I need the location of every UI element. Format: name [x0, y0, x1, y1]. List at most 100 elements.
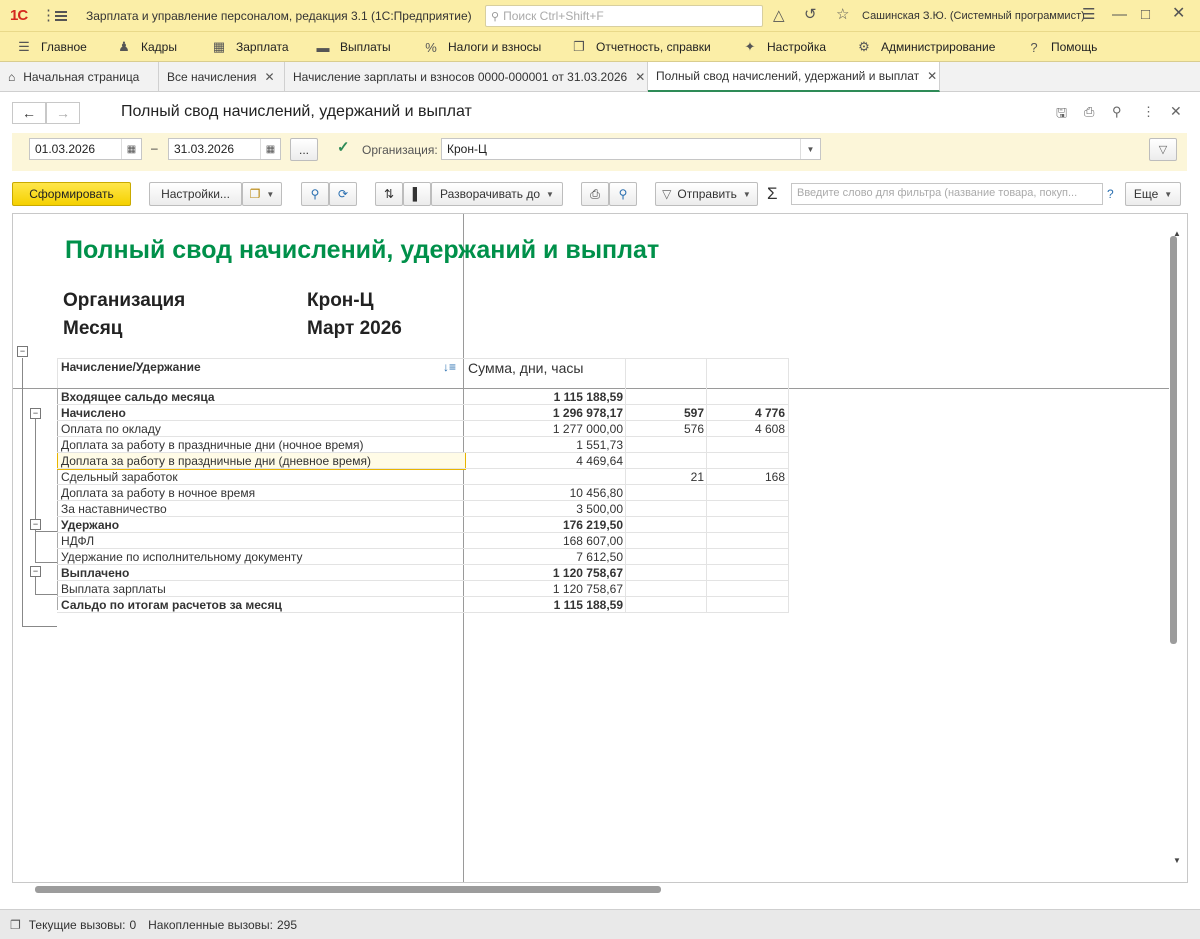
row-hours	[708, 485, 785, 501]
close-window-icon[interactable]: ✕	[1172, 6, 1185, 22]
menu-item-payments[interactable]: ▬ Выплаты	[315, 32, 391, 62]
filter-input[interactable]: Введите слово для фильтра (название това…	[791, 183, 1103, 205]
forward-button[interactable]: →	[46, 102, 80, 124]
tab-home[interactable]: ⌂ Начальная страница	[0, 62, 159, 92]
collapse-group-icon[interactable]: −	[17, 346, 28, 357]
minimize-icon[interactable]: —	[1112, 7, 1127, 22]
preview-icon[interactable]: ⚲	[1112, 104, 1122, 120]
current-user[interactable]: Сашинская З.Ю. (Системный программист)	[862, 10, 1085, 22]
tab-payroll-document[interactable]: Начисление зарплаты и взносов 0000-00000…	[285, 62, 648, 92]
table-row[interactable]: Доплата за работу в праздничные дни (ноч…	[13, 437, 793, 453]
row-sum: 1 296 978,17	[552, 406, 623, 420]
organization-field[interactable]: Крон-Ц ▼	[441, 138, 821, 160]
copy-icon: ❐	[249, 187, 261, 201]
row-sum: 1 115 188,59	[553, 598, 623, 612]
dropdown-icon[interactable]: ▼	[800, 139, 820, 159]
print-preview-button[interactable]: ⚲	[609, 182, 637, 206]
column-header-accrual[interactable]: Начисление/Удержание	[61, 360, 201, 374]
favorites-icon[interactable]: ☆	[836, 7, 849, 22]
chevron-down-icon: ▼	[266, 189, 275, 199]
table-row[interactable]: Входящее сальдо месяца 1 115 188,59	[13, 389, 793, 405]
send-button[interactable]: ▽ Отправить ▼	[655, 182, 758, 206]
table-row[interactable]: Начислено 1 296 978,17 597 4 776	[13, 405, 793, 421]
more-actions-button[interactable]: Еще ▼	[1125, 182, 1181, 206]
select-period-button[interactable]: ...	[290, 138, 318, 161]
filter-settings-button[interactable]: ▽	[1149, 138, 1177, 161]
menu-item-help[interactable]: ? Помощь	[1026, 32, 1097, 62]
calendar-icon[interactable]: ▦	[121, 139, 141, 159]
print-button[interactable]: ⎙	[581, 182, 609, 206]
close-tab-icon[interactable]: ✕	[265, 70, 275, 84]
help-icon[interactable]: ?	[1107, 187, 1114, 201]
table-row-selected[interactable]: Доплата за работу в праздничные дни (дне…	[13, 452, 793, 470]
menu-item-hr[interactable]: ♟ Кадры	[116, 32, 177, 62]
scroll-down-icon[interactable]: ▼	[1173, 856, 1181, 865]
sum-icon[interactable]: Σ	[767, 184, 778, 204]
row-hours	[708, 581, 785, 597]
tab-all-accruals[interactable]: Все начисления ✕	[159, 62, 285, 92]
save-icon[interactable]: 🖫	[1056, 104, 1067, 126]
row-days	[627, 453, 704, 469]
table-row[interactable]: Сальдо по итогам расчетов за месяц 1 115 …	[13, 597, 793, 613]
row-days	[627, 437, 704, 453]
close-tab-icon[interactable]: ✕	[927, 69, 937, 83]
month-header-label: Месяц	[63, 318, 123, 339]
tab-full-summary-report[interactable]: Полный свод начислений, удержаний и выпл…	[648, 62, 940, 92]
row-hours	[708, 517, 785, 533]
table-row[interactable]: Выплачено 1 120 758,67	[13, 565, 793, 581]
org-label: Организация:	[362, 143, 438, 157]
collapse-all-button[interactable]: ▌	[403, 182, 431, 206]
table-row[interactable]: Сдельный заработок 21 168	[13, 469, 793, 485]
menu-item-salary[interactable]: ▦ Зарплата	[211, 32, 289, 62]
global-search-input[interactable]: ⚲ Поиск Ctrl+Shift+F	[485, 5, 763, 27]
org-checkbox[interactable]: ✓	[337, 138, 350, 156]
menu-item-setup[interactable]: ✦ Настройка	[742, 32, 827, 62]
table-row[interactable]: Доплата за работу в ночное время 10 456,8…	[13, 485, 793, 501]
report-spreadsheet[interactable]: Полный свод начислений, удержаний и выпл…	[12, 213, 1188, 883]
chevron-down-icon: ▼	[546, 189, 554, 199]
people-icon: ♟	[118, 39, 130, 54]
date-to-field[interactable]: 31.03.2026 ▦	[168, 138, 281, 160]
find-next-button[interactable]: ⟳	[329, 182, 357, 206]
menu-item-reports[interactable]: ❐ Отчетность, справки	[571, 32, 711, 62]
table-row[interactable]: Удержание по исполнительному документу 7 …	[13, 549, 793, 565]
history-icon[interactable]: ↺	[804, 7, 817, 22]
date-from-field[interactable]: 01.03.2026 ▦	[29, 138, 142, 160]
find-button[interactable]: ⚲	[301, 182, 329, 206]
table-row[interactable]: Выплата зарплаты 1 120 758,67	[13, 581, 793, 597]
main-menu-icon[interactable]	[55, 11, 67, 21]
generate-button[interactable]: Сформировать	[12, 182, 131, 206]
title-bar: 1С ⋮ Зарплата и управление персоналом, р…	[0, 0, 1200, 32]
table-row[interactable]: Оплата по окладу 1 277 000,00 576 4 608	[13, 421, 793, 437]
menu-item-main[interactable]: ☰ Главное	[16, 32, 87, 62]
table-row[interactable]: Удержано 176 219,50	[13, 517, 793, 533]
print-icon[interactable]: ⎙	[1084, 104, 1094, 120]
accumulated-calls-value: 295	[276, 917, 298, 932]
maximize-icon[interactable]: □	[1141, 7, 1150, 22]
column-header-amount[interactable]: Сумма, дни, часы	[468, 360, 583, 376]
more-icon[interactable]: ⋮	[41, 8, 56, 23]
table-row[interactable]: За наставничество 3 500,00	[13, 501, 793, 517]
form-more-icon[interactable]: ⋮	[1142, 104, 1155, 120]
settings-button[interactable]: Настройки...	[149, 182, 242, 206]
row-hours	[708, 597, 785, 613]
variants-button[interactable]: ❐ ▼	[242, 182, 282, 206]
expand-all-button[interactable]: ⇅	[375, 182, 403, 206]
menu-item-admin[interactable]: ⚙ Администрирование	[856, 32, 995, 62]
arrow-left-icon: ←	[22, 105, 36, 121]
calendar-icon[interactable]: ▦	[260, 139, 280, 159]
table-row[interactable]: НДФЛ 168 607,00	[13, 533, 793, 549]
menu-item-taxes[interactable]: % Налоги и взносы	[423, 32, 541, 62]
calculator-icon: ▦	[212, 39, 226, 54]
settings-menu-icon[interactable]: ☰	[1082, 7, 1095, 22]
notifications-icon[interactable]: △	[773, 8, 785, 23]
report-parameters-panel: 01.03.2026 ▦ – 31.03.2026 ▦ ... ✓ Организа…	[12, 133, 1187, 171]
horizontal-scrollbar[interactable]	[35, 886, 661, 893]
close-tab-icon[interactable]: ✕	[635, 70, 645, 84]
row-days	[627, 565, 704, 581]
expand-to-button[interactable]: Разворачивать до ▼	[431, 182, 563, 206]
vertical-scrollbar[interactable]	[1170, 236, 1177, 644]
sort-icon[interactable]: ↓≡	[443, 360, 456, 374]
back-button[interactable]: ←	[12, 102, 46, 124]
close-form-icon[interactable]: ✕	[1170, 103, 1182, 120]
